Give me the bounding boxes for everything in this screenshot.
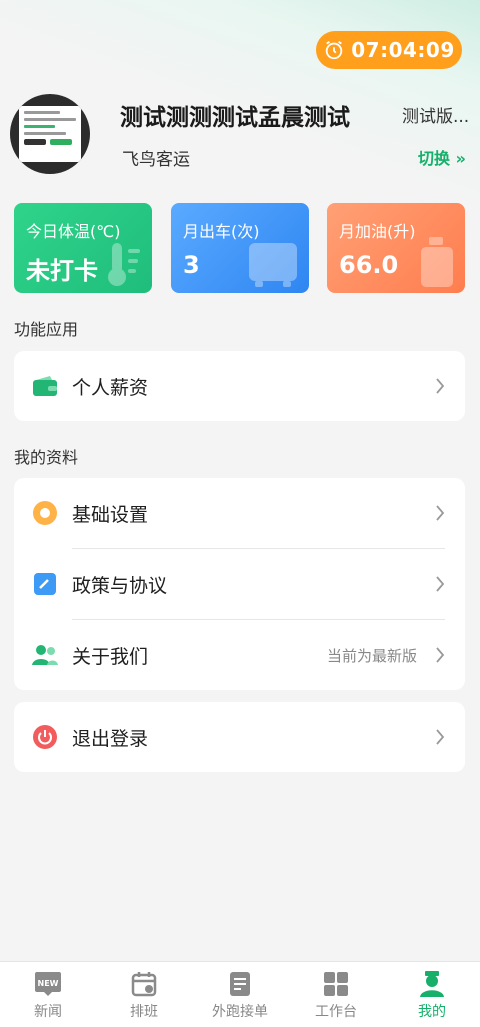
tab-label: 工作台 bbox=[315, 1004, 357, 1020]
version-name: 测试版... bbox=[402, 107, 470, 127]
profile-card: 基础设置 政策与协议 关于我们 当前为最新版 bbox=[14, 478, 465, 690]
stat-value: 66.0 bbox=[339, 251, 399, 279]
news-icon: NEW bbox=[34, 970, 62, 998]
menu-item-label: 政策与协议 bbox=[72, 574, 168, 597]
logout-card: 退出登录 bbox=[14, 702, 465, 772]
fuel-can-icon bbox=[421, 237, 453, 287]
tab-label: 外跑接单 bbox=[212, 1004, 268, 1020]
avatar[interactable] bbox=[10, 94, 90, 174]
functions-section-title: 功能应用 bbox=[14, 320, 79, 339]
menu-item-label: 基础设置 bbox=[72, 503, 149, 526]
menu-item-salary[interactable]: 个人薪资 bbox=[14, 351, 465, 421]
fuel-stat-card[interactable]: 月加油(升) 66.0 bbox=[327, 203, 465, 293]
version-status-text: 当前为最新版 bbox=[326, 646, 417, 665]
bus-icon bbox=[249, 243, 297, 287]
tab-label: 我的 bbox=[418, 1004, 446, 1020]
stat-label: 月加油(升) bbox=[339, 222, 416, 241]
stat-value: 未打卡 bbox=[26, 257, 98, 285]
tab-workbench[interactable]: 工作台 bbox=[288, 962, 384, 1027]
logout-button[interactable]: 退出登录 bbox=[14, 702, 465, 772]
chevron-right-icon bbox=[436, 378, 445, 394]
chevron-right-icon bbox=[436, 729, 445, 745]
order-icon bbox=[226, 970, 254, 998]
grid-icon bbox=[322, 970, 350, 998]
temperature-stat-card[interactable]: 今日体温(℃) 未打卡 bbox=[14, 203, 152, 293]
users-icon bbox=[32, 642, 58, 668]
tab-schedule[interactable]: 排班 bbox=[96, 962, 192, 1027]
switch-button[interactable]: 切换 » bbox=[418, 145, 466, 169]
power-icon bbox=[32, 724, 58, 750]
alarm-clock-icon bbox=[326, 40, 343, 60]
menu-item-label: 个人薪资 bbox=[72, 376, 149, 399]
company-name: 飞鸟客运 bbox=[122, 150, 190, 170]
tab-mine[interactable]: 我的 bbox=[384, 962, 480, 1027]
menu-item-policy[interactable]: 政策与协议 bbox=[14, 549, 465, 619]
chevron-right-icon bbox=[436, 505, 445, 521]
calendar-icon bbox=[130, 970, 158, 998]
thermometer-icon bbox=[108, 243, 140, 286]
user-icon bbox=[418, 970, 446, 998]
menu-item-label: 关于我们 bbox=[72, 645, 149, 668]
chevron-right-icon bbox=[436, 647, 445, 663]
wallet-icon bbox=[32, 373, 58, 399]
tab-label: 新闻 bbox=[34, 1004, 62, 1020]
menu-item-about[interactable]: 关于我们 当前为最新版 bbox=[14, 620, 465, 690]
user-name: 测试测测测试孟晨测试 bbox=[120, 105, 350, 131]
document-edit-icon bbox=[32, 571, 58, 597]
tab-orders[interactable]: 外跑接单 bbox=[192, 962, 288, 1027]
bottom-tab-bar: NEW 新闻 排班 外跑接单 工作台 我的 bbox=[0, 961, 480, 1027]
trips-stat-card[interactable]: 月出车(次) 3 bbox=[171, 203, 309, 293]
chevron-right-icon bbox=[436, 576, 445, 592]
tab-label: 排班 bbox=[130, 1004, 158, 1020]
tab-news[interactable]: NEW 新闻 bbox=[0, 962, 96, 1027]
functions-card: 个人薪资 bbox=[14, 351, 465, 421]
svg-text:NEW: NEW bbox=[38, 979, 59, 988]
profile-section-title: 我的资料 bbox=[14, 448, 79, 467]
stat-label: 月出车(次) bbox=[183, 222, 260, 241]
avatar-image bbox=[19, 106, 81, 162]
timer-text: 07:04:09 bbox=[351, 38, 455, 62]
menu-item-label: 退出登录 bbox=[72, 727, 149, 750]
flower-settings-icon bbox=[32, 500, 58, 526]
clock-timer-badge: 07:04:09 bbox=[316, 31, 462, 69]
menu-item-basic-settings[interactable]: 基础设置 bbox=[14, 478, 465, 548]
stat-value: 3 bbox=[183, 251, 200, 279]
